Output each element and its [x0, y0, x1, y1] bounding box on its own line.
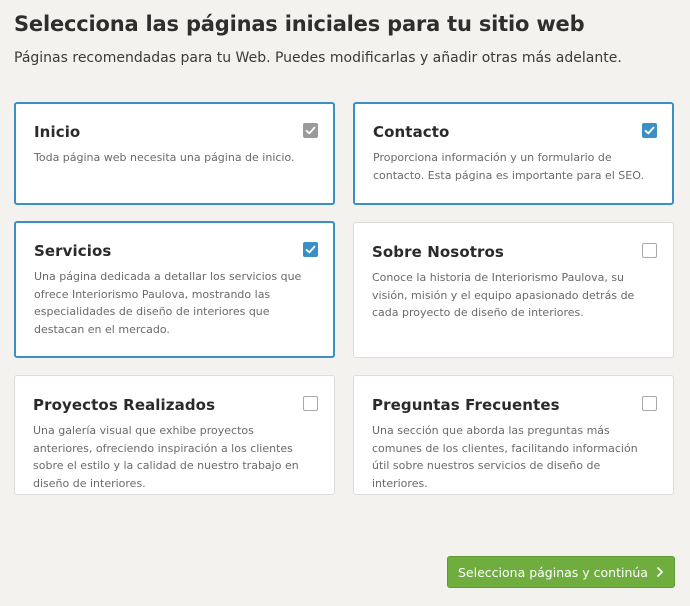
card-description: Proporciona información y un formulario … — [373, 151, 644, 182]
continue-button[interactable]: Selecciona páginas y continúa — [447, 556, 675, 588]
checkmark-icon — [305, 245, 316, 254]
card-description: Una sección que aborda las preguntas más… — [372, 424, 638, 490]
chevron-right-icon — [657, 567, 663, 577]
page-card-contacto[interactable]: Contacto Proporciona información y un fo… — [353, 102, 674, 205]
page-card-preguntas-frecuentes[interactable]: Preguntas Frecuentes Una sección que abo… — [353, 375, 674, 495]
checkmark-icon — [305, 126, 316, 135]
checkbox-servicios[interactable] — [303, 242, 318, 257]
page-card-inicio[interactable]: Inicio Toda página web necesita una pági… — [14, 102, 335, 205]
page-subtitle: Páginas recomendadas para tu Web. Puedes… — [14, 50, 622, 66]
continue-button-label: Selecciona páginas y continúa — [458, 564, 648, 580]
checkbox-sobre-nosotros[interactable] — [642, 243, 657, 258]
card-title: Contacto — [373, 123, 450, 141]
page-title: Selecciona las páginas iniciales para tu… — [14, 12, 585, 36]
card-title: Servicios — [34, 242, 112, 260]
checkbox-proyectos-realizados[interactable] — [303, 396, 318, 411]
card-title: Sobre Nosotros — [372, 243, 504, 261]
card-description: Una galería visual que exhibe proyectos … — [33, 424, 299, 490]
page-card-sobre-nosotros[interactable]: Sobre Nosotros Conoce la historia de Int… — [353, 222, 674, 358]
card-title: Inicio — [34, 123, 81, 141]
checkbox-preguntas-frecuentes[interactable] — [642, 396, 657, 411]
checkbox-inicio[interactable] — [303, 123, 318, 138]
checkbox-contacto[interactable] — [642, 123, 657, 138]
card-description: Una página dedicada a detallar los servi… — [34, 270, 302, 336]
page-card-servicios[interactable]: Servicios Una página dedicada a detallar… — [14, 221, 335, 358]
checkmark-icon — [644, 126, 655, 135]
card-title: Proyectos Realizados — [33, 396, 216, 414]
card-description: Toda página web necesita una página de i… — [34, 151, 295, 164]
card-description: Conoce la historia de Interiorismo Paulo… — [372, 271, 635, 319]
page-card-proyectos-realizados[interactable]: Proyectos Realizados Una galería visual … — [14, 375, 335, 495]
card-title: Preguntas Frecuentes — [372, 396, 560, 414]
